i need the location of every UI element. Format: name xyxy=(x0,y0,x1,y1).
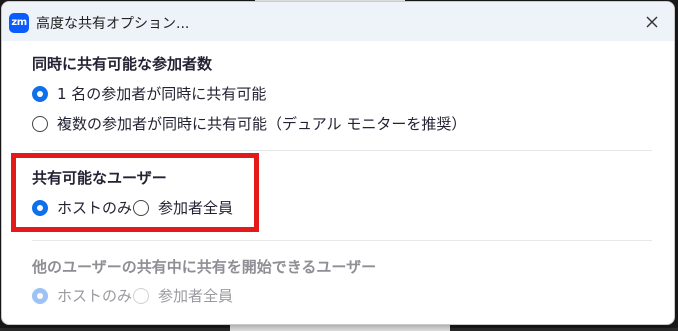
radio-label: 参加者全員 xyxy=(158,287,234,305)
radio-label: 複数の参加者が同時に共有可能（デュアル モニターを推奨） xyxy=(57,115,467,133)
section-divider xyxy=(32,150,652,151)
radio-button[interactable] xyxy=(32,85,48,102)
highlight-annotation-box xyxy=(11,153,259,232)
radio-button[interactable] xyxy=(32,115,48,132)
advanced-sharing-options-dialog: zm 高度な共有オプション... 同時に共有可能な参加者数 1 名の参加者が同時… xyxy=(1,1,675,325)
radio-multiple-participants[interactable]: 複数の参加者が同時に共有可能（デュアル モニターを推奨） xyxy=(32,113,466,134)
radio-host-only-disabled: ホストのみ xyxy=(32,285,132,306)
radio-button xyxy=(133,287,149,304)
close-icon xyxy=(646,16,658,28)
simultaneous-share-heading: 同時に共有可能な参加者数 xyxy=(32,55,213,73)
radio-button xyxy=(32,287,48,304)
radio-label: ホストのみ xyxy=(57,287,133,305)
zoom-logo-icon: zm xyxy=(9,13,29,33)
radio-all-participants-disabled: 参加者全員 xyxy=(133,285,233,306)
dialog-title: 高度な共有オプション... xyxy=(36,16,190,32)
radio-one-participant[interactable]: 1 名の参加者が同時に共有可能 xyxy=(32,83,266,104)
who-can-start-sharing-heading: 他のユーザーの共有中に共有を開始できるユーザー xyxy=(32,258,377,276)
section-divider xyxy=(32,240,652,241)
radio-label: 1 名の参加者が同時に共有可能 xyxy=(57,85,267,103)
title-bar: zm 高度な共有オプション... xyxy=(2,2,674,41)
close-button[interactable] xyxy=(640,10,664,34)
